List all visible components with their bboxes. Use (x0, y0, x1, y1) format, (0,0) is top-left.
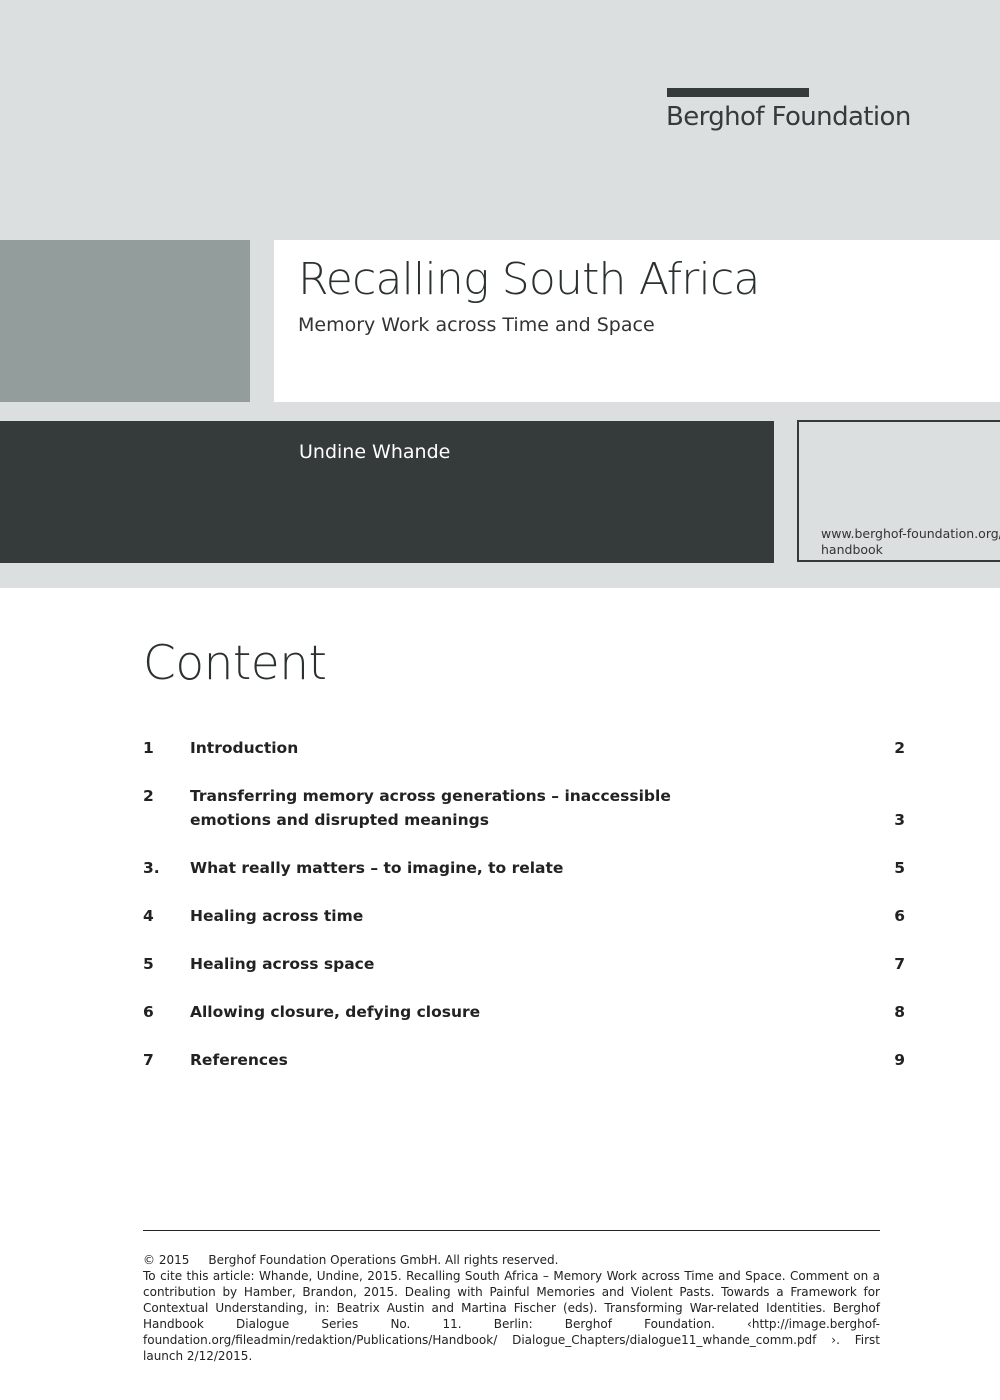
toc-number: 6 (143, 1003, 154, 1021)
toc-item: 1 Introduction 2 (143, 736, 905, 760)
toc-title: Transferring memory across generations –… (190, 787, 671, 829)
url-line-2: handbook (821, 542, 883, 557)
toc-title: What really matters – to imagine, to rel… (190, 859, 564, 877)
title-panel: Recalling South Africa Memory Work acros… (274, 240, 1000, 402)
handbook-url[interactable]: www.berghof-foundation.org/ handbook (821, 526, 1000, 558)
toc-page: 2 (894, 739, 905, 757)
toc-item: 4 Healing across time 6 (143, 904, 905, 928)
toc-title: Introduction (190, 739, 299, 757)
toc-page: 6 (894, 907, 905, 925)
document-title: Recalling South Africa (298, 254, 760, 305)
header-band: Berghof Foundation (0, 0, 1000, 240)
toc-page: 3 (894, 811, 905, 829)
author-name: Undine Whande (299, 441, 451, 463)
toc-number: 5 (143, 955, 154, 973)
berghof-logo: Berghof Foundation (666, 88, 911, 131)
logo-text: Berghof Foundation (666, 102, 911, 132)
toc-page: 5 (894, 859, 905, 877)
toc-number: 2 (143, 787, 154, 805)
toc-page: 9 (894, 1051, 905, 1069)
toc-title: References (190, 1051, 288, 1069)
toc-item: 6 Allowing closure, defying closure 8 (143, 1000, 905, 1024)
footer-divider (143, 1230, 880, 1231)
toc-item: 3. What really matters – to imagine, to … (143, 856, 905, 880)
toc-page: 8 (894, 1003, 905, 1021)
citation-text: To cite this article: Whande, Undine, 20… (143, 1269, 880, 1363)
toc-number: 4 (143, 907, 154, 925)
url-line-1: www.berghof-foundation.org/ (821, 526, 1000, 541)
toc-page: 7 (894, 955, 905, 973)
url-box: www.berghof-foundation.org/ handbook (797, 420, 1000, 562)
toc-number: 1 (143, 739, 154, 757)
author-block: Undine Whande (0, 421, 774, 563)
toc-title: Healing across space (190, 955, 375, 973)
toc-item: 7 References 9 (143, 1048, 905, 1072)
toc-title: Healing across time (190, 907, 364, 925)
decorative-grey-block (0, 240, 250, 402)
toc-title: Allowing closure, defying closure (190, 1003, 481, 1021)
copyright-line: © 2015 Berghof Foundation Operations Gmb… (143, 1253, 559, 1267)
document-subtitle: Memory Work across Time and Space (298, 314, 655, 336)
toc-number: 3. (143, 859, 160, 877)
logo-bar (667, 88, 809, 97)
contents-heading: Content (143, 636, 327, 691)
toc-item: 5 Healing across space 7 (143, 952, 905, 976)
table-of-contents: 1 Introduction 2 2 Transferring memory a… (143, 736, 905, 1072)
footer: © 2015 Berghof Foundation Operations Gmb… (143, 1252, 880, 1364)
toc-item: 2 Transferring memory across generations… (143, 784, 905, 832)
toc-number: 7 (143, 1051, 154, 1069)
